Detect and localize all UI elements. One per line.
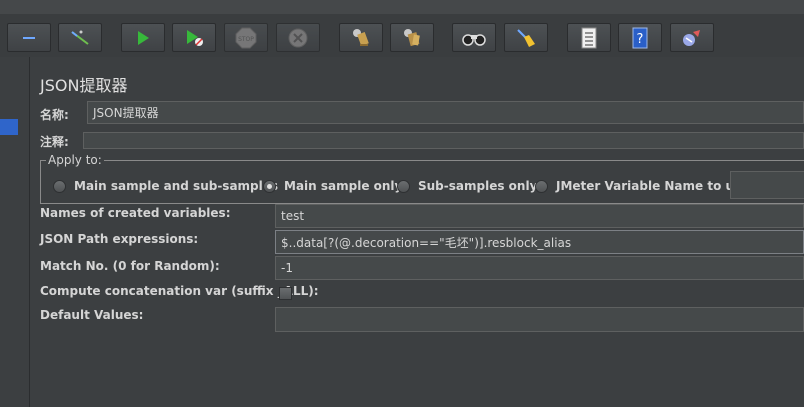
play-icon bbox=[138, 30, 149, 45]
comment-label: 注释: bbox=[40, 135, 69, 149]
list-icon bbox=[581, 27, 597, 48]
test-plan-tree[interactable] bbox=[0, 57, 30, 407]
match-label: Match No. (0 for Random): bbox=[40, 259, 220, 273]
toolbar: STOP ? bbox=[0, 0, 804, 57]
clear-all-button[interactable] bbox=[390, 23, 434, 52]
name-field[interactable]: JSON提取器 bbox=[87, 101, 804, 124]
help-button[interactable]: ? bbox=[618, 23, 662, 52]
name-field-value: JSON提取器 bbox=[93, 106, 159, 120]
radio-sub-only-dot[interactable] bbox=[397, 179, 410, 193]
function-helper-button[interactable] bbox=[567, 23, 611, 52]
radio-sub-only[interactable]: Sub-samples only bbox=[397, 179, 537, 193]
radio-jmeter-variable-label: JMeter Variable Name to use bbox=[556, 179, 750, 193]
names-field[interactable]: test bbox=[275, 204, 804, 228]
help-book-icon: ? bbox=[632, 27, 648, 48]
names-label: Names of created variables: bbox=[40, 206, 231, 220]
default-label: Default Values: bbox=[40, 308, 144, 322]
broom-gear-all-icon bbox=[404, 28, 420, 46]
comment-field[interactable] bbox=[83, 132, 804, 149]
wand-icon bbox=[71, 30, 89, 45]
radio-main-and-sub[interactable]: Main sample and sub-samples bbox=[53, 179, 278, 193]
radio-sub-only-label: Sub-samples only bbox=[418, 179, 538, 193]
match-field[interactable]: -1 bbox=[275, 256, 804, 280]
radio-main-and-sub-dot[interactable] bbox=[53, 179, 66, 193]
remote-icon bbox=[683, 29, 700, 46]
paths-field[interactable]: $..data[?(@.decoration=="毛坯")].resblock_… bbox=[275, 230, 804, 254]
radio-main-only-dot[interactable] bbox=[263, 179, 276, 193]
clear-button[interactable] bbox=[339, 23, 383, 52]
shutdown-icon bbox=[288, 28, 308, 47]
default-field[interactable] bbox=[275, 307, 804, 332]
name-label: 名称: bbox=[40, 108, 69, 122]
radio-main-and-sub-label: Main sample and sub-samples bbox=[74, 179, 279, 193]
collapse-button[interactable] bbox=[7, 23, 51, 52]
minus-icon bbox=[23, 36, 35, 39]
concat-checkbox[interactable] bbox=[279, 287, 292, 300]
radio-main-only-label: Main sample only bbox=[284, 179, 403, 193]
stop-icon-label: STOP bbox=[238, 36, 254, 43]
stop-button[interactable]: STOP bbox=[224, 23, 268, 52]
radio-jmeter-variable[interactable]: JMeter Variable Name to use bbox=[535, 179, 749, 193]
radio-main-only[interactable]: Main sample only bbox=[263, 179, 402, 193]
broom-icon bbox=[517, 28, 535, 47]
play-no-timer-icon bbox=[187, 29, 203, 46]
stop-icon: STOP bbox=[235, 27, 257, 48]
apply-to-group: Apply to: Main sample and sub-samples Ma… bbox=[40, 153, 804, 204]
radio-jmeter-variable-dot[interactable] bbox=[535, 179, 548, 193]
names-field-value: test bbox=[281, 209, 305, 223]
concat-label: Compute concatenation var (suffix _ALL): bbox=[40, 284, 319, 298]
jmeter-variable-input[interactable] bbox=[730, 171, 804, 199]
apply-to-title: Apply to: bbox=[46, 153, 104, 167]
remote-button[interactable] bbox=[670, 23, 714, 52]
search-button[interactable] bbox=[452, 23, 496, 52]
shutdown-button[interactable] bbox=[276, 23, 320, 52]
reset-search-button[interactable] bbox=[504, 23, 548, 52]
paths-label: JSON Path expressions: bbox=[40, 232, 199, 246]
binoculars-icon bbox=[462, 33, 486, 46]
page-title: JSON提取器 bbox=[40, 76, 128, 95]
json-extractor-panel: JSON提取器 名称: JSON提取器 注释: Apply to: Main s… bbox=[31, 57, 804, 407]
toggle-button[interactable] bbox=[58, 23, 102, 52]
tree-selected-node[interactable] bbox=[0, 119, 18, 135]
broom-gear-icon bbox=[353, 28, 369, 46]
help-icon-label: ? bbox=[637, 32, 644, 47]
paths-field-value: $..data[?(@.decoration=="毛坯")].resblock_… bbox=[281, 235, 572, 250]
match-field-value: -1 bbox=[281, 261, 293, 275]
start-button[interactable] bbox=[121, 23, 165, 52]
start-no-pause-button[interactable] bbox=[172, 23, 216, 52]
